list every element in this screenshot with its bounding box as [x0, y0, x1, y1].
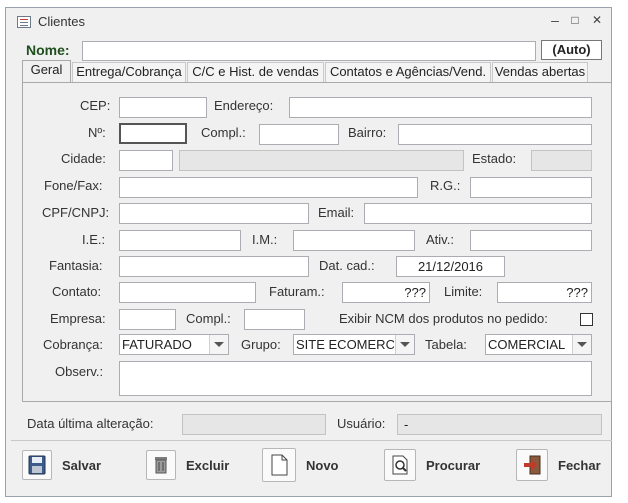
endereco-input[interactable]	[289, 97, 592, 118]
grupo-label: Grupo:	[241, 337, 281, 352]
tab-geral[interactable]: Geral	[22, 60, 71, 83]
cep-input[interactable]	[119, 97, 207, 118]
title-bar: Clientes – □ ✕	[6, 8, 611, 34]
nome-input[interactable]	[82, 41, 536, 61]
compl-label: Compl.:	[201, 125, 246, 140]
nome-label: Nome:	[26, 42, 70, 58]
cidade-code-input[interactable]	[119, 150, 173, 171]
rg-label: R.G.:	[430, 178, 461, 193]
compl-input[interactable]	[259, 124, 339, 145]
cep-label: CEP:	[80, 98, 111, 113]
window-title: Clientes	[38, 14, 85, 29]
limite-input[interactable]: ???	[497, 282, 592, 303]
observ-textarea[interactable]	[119, 361, 592, 396]
rg-input[interactable]	[470, 177, 592, 198]
estado-label: Estado:	[472, 151, 517, 166]
limite-label: Limite:	[444, 284, 483, 299]
ativ-input[interactable]	[470, 230, 592, 251]
datcad-label: Dat. cad.:	[319, 258, 375, 273]
fantasia-input[interactable]	[119, 256, 309, 277]
close-button[interactable]: ✕	[586, 10, 608, 30]
maximize-button[interactable]: □	[564, 10, 586, 30]
search-icon	[384, 449, 416, 481]
ie-label: I.E.:	[82, 232, 106, 247]
usuario-field: -	[397, 414, 602, 435]
minimize-button[interactable]: –	[544, 10, 566, 30]
im-label: I.M.:	[252, 232, 278, 247]
ncm-label: Exibir NCM dos produtos no pedido:	[339, 311, 548, 326]
trash-icon	[146, 450, 176, 480]
save-icon	[22, 450, 52, 480]
data-alteracao-field	[182, 414, 326, 435]
cpf-input[interactable]	[119, 203, 309, 224]
salvar-label: Salvar	[62, 457, 102, 473]
fantasia-label: Fantasia:	[49, 258, 103, 273]
bairro-input[interactable]	[398, 124, 592, 145]
cidade-name-field	[179, 150, 464, 171]
fechar-button[interactable]: Fechar	[516, 447, 601, 483]
exit-door-icon	[516, 449, 548, 481]
form-icon	[17, 16, 31, 28]
tabela-value: COMERCIAL	[488, 337, 566, 352]
ncm-checkbox[interactable]	[580, 313, 593, 326]
empresa-label: Empresa:	[50, 311, 106, 326]
tab-entrega-cobranca[interactable]: Entrega/Cobrança	[72, 62, 186, 82]
fechar-label: Fechar	[558, 457, 601, 473]
procurar-label: Procurar	[426, 457, 481, 473]
grupo-value: SITE ECOMERCI	[296, 337, 394, 352]
excluir-button[interactable]: Excluir	[146, 447, 229, 483]
email-label: Email:	[318, 205, 355, 220]
tab-vendas-abertas[interactable]: Vendas abertas	[492, 62, 588, 82]
tabela-label: Tabela:	[425, 337, 467, 352]
faturam-label: Faturam.:	[269, 284, 325, 299]
data-alteracao-label: Data última alteração:	[27, 416, 154, 431]
ie-input[interactable]	[119, 230, 241, 251]
compl2-input[interactable]	[244, 309, 305, 330]
cobranca-label: Cobrança:	[43, 337, 103, 352]
compl2-label: Compl.:	[186, 311, 231, 326]
tab-cc-hist-vendas[interactable]: C/C e Hist. de vendas	[187, 62, 324, 82]
estado-field	[531, 150, 592, 171]
salvar-button[interactable]: Salvar	[22, 447, 101, 483]
contato-label: Contato:	[52, 284, 102, 299]
numero-label: Nº:	[88, 125, 106, 140]
new-document-icon	[262, 448, 296, 482]
im-input[interactable]	[293, 230, 415, 251]
empresa-input[interactable]	[119, 309, 176, 330]
usuario-label: Usuário:	[337, 416, 386, 431]
chevron-down-icon[interactable]	[395, 335, 414, 354]
chevron-down-icon[interactable]	[209, 335, 228, 354]
observ-label: Observ.:	[55, 364, 104, 379]
procurar-button[interactable]: Procurar	[384, 447, 480, 483]
novo-label: Novo	[306, 457, 339, 473]
contato-input[interactable]	[119, 282, 256, 303]
cobranca-value: FATURADO	[122, 337, 192, 352]
novo-button[interactable]: Novo	[262, 447, 339, 483]
ativ-label: Ativ.:	[426, 232, 454, 247]
fone-label: Fone/Fax:	[44, 178, 103, 193]
auto-button[interactable]: (Auto)	[541, 40, 602, 60]
endereco-label: Endereço:	[214, 98, 274, 113]
tab-contatos-agencias[interactable]: Contatos e Agências/Vend.	[325, 62, 491, 82]
fone-input[interactable]	[119, 177, 418, 198]
grupo-select[interactable]: SITE ECOMERCI	[293, 334, 415, 355]
faturam-input[interactable]: ???	[342, 282, 430, 303]
datcad-input[interactable]: 21/12/2016	[396, 256, 505, 277]
email-input[interactable]	[364, 203, 592, 224]
excluir-label: Excluir	[186, 457, 230, 473]
footer-divider	[11, 440, 612, 441]
tabela-select[interactable]: COMERCIAL	[485, 334, 592, 355]
cobranca-select[interactable]: FATURADO	[119, 334, 229, 355]
chevron-down-icon[interactable]	[572, 335, 591, 354]
cpf-label: CPF/CNPJ:	[42, 205, 110, 220]
bairro-label: Bairro:	[348, 125, 387, 140]
cidade-label: Cidade:	[61, 151, 106, 166]
numero-input[interactable]	[119, 123, 187, 144]
